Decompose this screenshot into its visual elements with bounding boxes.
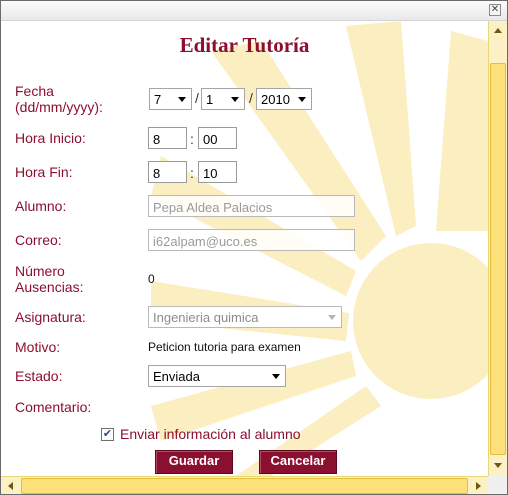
scroll-right-button[interactable]	[471, 479, 485, 493]
month-value: 1	[206, 92, 214, 107]
estado-value: Enviada	[153, 369, 200, 384]
cancelar-button[interactable]: Cancelar	[259, 450, 337, 474]
arrow-right-icon	[476, 482, 481, 490]
scroll-up-button[interactable]	[491, 24, 505, 38]
horizontal-scroll-thumb[interactable]	[21, 478, 468, 494]
enviar-info-checkbox[interactable]: ✔	[101, 428, 114, 441]
motivo-label: Motivo:	[15, 339, 61, 355]
dialog-content: Editar Tutoría Fecha (dd/mm/yyyy): 7 / 1…	[1, 21, 488, 476]
time-separator: :	[190, 165, 194, 181]
horizontal-scrollbar[interactable]	[1, 476, 488, 494]
chevron-down-icon	[328, 315, 336, 320]
page-title: Editar Tutoría	[179, 33, 310, 57]
date-separator: /	[249, 90, 253, 106]
scrollbar-corner	[488, 476, 507, 494]
arrow-left-icon	[8, 482, 13, 490]
vertical-scrollbar[interactable]	[488, 21, 507, 476]
scroll-left-button[interactable]	[4, 479, 18, 493]
close-icon[interactable]: ✕	[489, 4, 501, 16]
hora-fin-hour-input[interactable]	[148, 161, 187, 183]
vertical-scroll-thumb[interactable]	[490, 63, 506, 455]
arrow-up-icon	[494, 28, 502, 33]
alumno-input[interactable]	[148, 195, 355, 217]
enviar-info-label[interactable]: Enviar información al alumno	[120, 426, 301, 442]
ausencias-value: 0	[148, 272, 155, 286]
day-value: 7	[154, 92, 162, 107]
hora-fin-label: Hora Fin:	[15, 164, 73, 180]
estado-label: Estado:	[15, 368, 63, 384]
month-select[interactable]: 1	[201, 88, 245, 110]
chevron-down-icon	[178, 97, 186, 102]
asignatura-value: Ingenieria quimica	[153, 310, 259, 325]
estado-select[interactable]: Enviada	[148, 365, 286, 387]
arrow-down-icon	[494, 463, 502, 468]
titlebar: ✕	[1, 1, 507, 21]
asignatura-label: Asignatura:	[15, 309, 86, 325]
scroll-down-button[interactable]	[491, 459, 505, 473]
asignatura-select[interactable]: Ingenieria quimica	[148, 306, 342, 328]
guardar-button[interactable]: Guardar	[155, 450, 233, 474]
date-separator: /	[195, 90, 199, 106]
fecha-label-line1: Fecha	[15, 83, 54, 99]
chevron-down-icon	[231, 97, 239, 102]
year-select[interactable]: 2010	[256, 88, 312, 110]
fecha-label-line2: (dd/mm/yyyy):	[15, 99, 103, 115]
chevron-down-icon	[298, 97, 306, 102]
comentario-label: Comentario:	[15, 399, 92, 415]
motivo-value: Peticion tutoria para examen	[148, 340, 301, 354]
correo-label: Correo:	[15, 232, 62, 248]
ausencias-label: Número Ausencias:	[15, 263, 83, 295]
fecha-label: Fecha (dd/mm/yyyy):	[15, 83, 103, 115]
alumno-label: Alumno:	[15, 198, 67, 214]
hora-inicio-minute-input[interactable]	[198, 127, 237, 149]
ausencias-label-line2: Ausencias:	[15, 279, 84, 295]
hora-inicio-hour-input[interactable]	[148, 127, 187, 149]
hora-inicio-label: Hora Inicio:	[15, 130, 86, 146]
ausencias-label-line1: Número	[15, 263, 65, 279]
correo-input[interactable]	[148, 229, 355, 251]
hora-fin-minute-input[interactable]	[198, 161, 237, 183]
dialog-window: ✕ Editar Tutoría Fecha (dd/mm/yyyy): 7 /	[0, 0, 508, 495]
time-separator: :	[190, 131, 194, 147]
day-select[interactable]: 7	[149, 88, 192, 110]
check-icon: ✔	[102, 428, 113, 440]
year-value: 2010	[261, 92, 290, 107]
chevron-down-icon	[272, 374, 280, 379]
